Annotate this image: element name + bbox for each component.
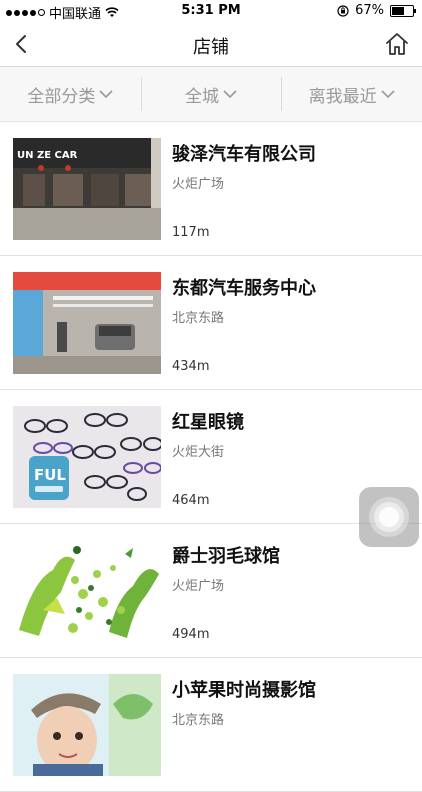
filter-bar: 全部分类 全城 离我最近 <box>0 67 422 122</box>
filter-sort[interactable]: 离我最近 <box>281 67 422 121</box>
store-name: 爵士羽毛球馆 <box>172 546 280 567</box>
battery-fill <box>392 6 404 15</box>
battery-icon <box>390 4 416 17</box>
store-address: 火炬广场 <box>172 177 225 192</box>
store-thumbnail <box>13 272 161 374</box>
shop-logo: FUL <box>34 466 66 484</box>
nav-bar: 店铺 <box>0 22 422 67</box>
store-distance: 494m <box>172 627 210 642</box>
store-address: 北京东路 <box>172 311 225 326</box>
store-item[interactable]: 爵士羽毛球馆 火炬广场 494m <box>0 524 422 658</box>
store-address: 火炬广场 <box>172 579 225 594</box>
store-item[interactable]: 东都汽车服务中心 北京东路 434m <box>0 256 422 390</box>
page-title: 店铺 <box>193 37 229 58</box>
battery-percent: 67% <box>355 3 384 18</box>
filter-area-label: 全城 <box>185 86 219 107</box>
store-item[interactable]: 小苹果时尚摄影馆 北京东路 <box>0 658 422 792</box>
chevron-down-icon <box>381 90 395 99</box>
filter-category-label: 全部分类 <box>27 86 96 107</box>
filter-sort-label: 离我最近 <box>308 86 377 107</box>
store-thumbnail <box>13 540 161 642</box>
store-thumbnail <box>13 674 161 776</box>
store-name: 小苹果时尚摄影馆 <box>172 680 316 701</box>
filter-category[interactable]: 全部分类 <box>0 67 141 121</box>
storefront-sign: UN ZE CAR <box>17 150 78 161</box>
store-distance: 117m <box>172 225 210 240</box>
filter-area[interactable]: 全城 <box>140 67 282 121</box>
status-right: 67% <box>337 3 416 18</box>
store-thumbnail: UN ZE CAR <box>13 138 161 240</box>
chevron-down-icon <box>223 90 237 99</box>
chevron-down-icon <box>99 90 113 99</box>
store-thumbnail: FUL <box>13 406 161 508</box>
status-bar: 中国联通 5:31 PM 67% <box>0 0 422 22</box>
store-item[interactable]: UN ZE CAR 骏泽汽车有限公司 火炬广场 117m <box>0 122 422 256</box>
store-distance: 434m <box>172 359 210 374</box>
store-address: 火炬大街 <box>172 445 225 460</box>
home-icon[interactable] <box>384 31 410 57</box>
store-distance: 464m <box>172 493 210 508</box>
store-address: 北京东路 <box>172 713 225 728</box>
assistive-touch-icon[interactable] <box>359 487 419 547</box>
store-name: 红星眼镜 <box>172 412 244 433</box>
orientation-lock-icon <box>337 4 349 17</box>
store-name: 东都汽车服务中心 <box>172 278 316 299</box>
store-name: 骏泽汽车有限公司 <box>172 144 316 165</box>
store-list: UN ZE CAR 骏泽汽车有限公司 火炬广场 117m 东都汽车服务中心 北京… <box>0 122 422 792</box>
